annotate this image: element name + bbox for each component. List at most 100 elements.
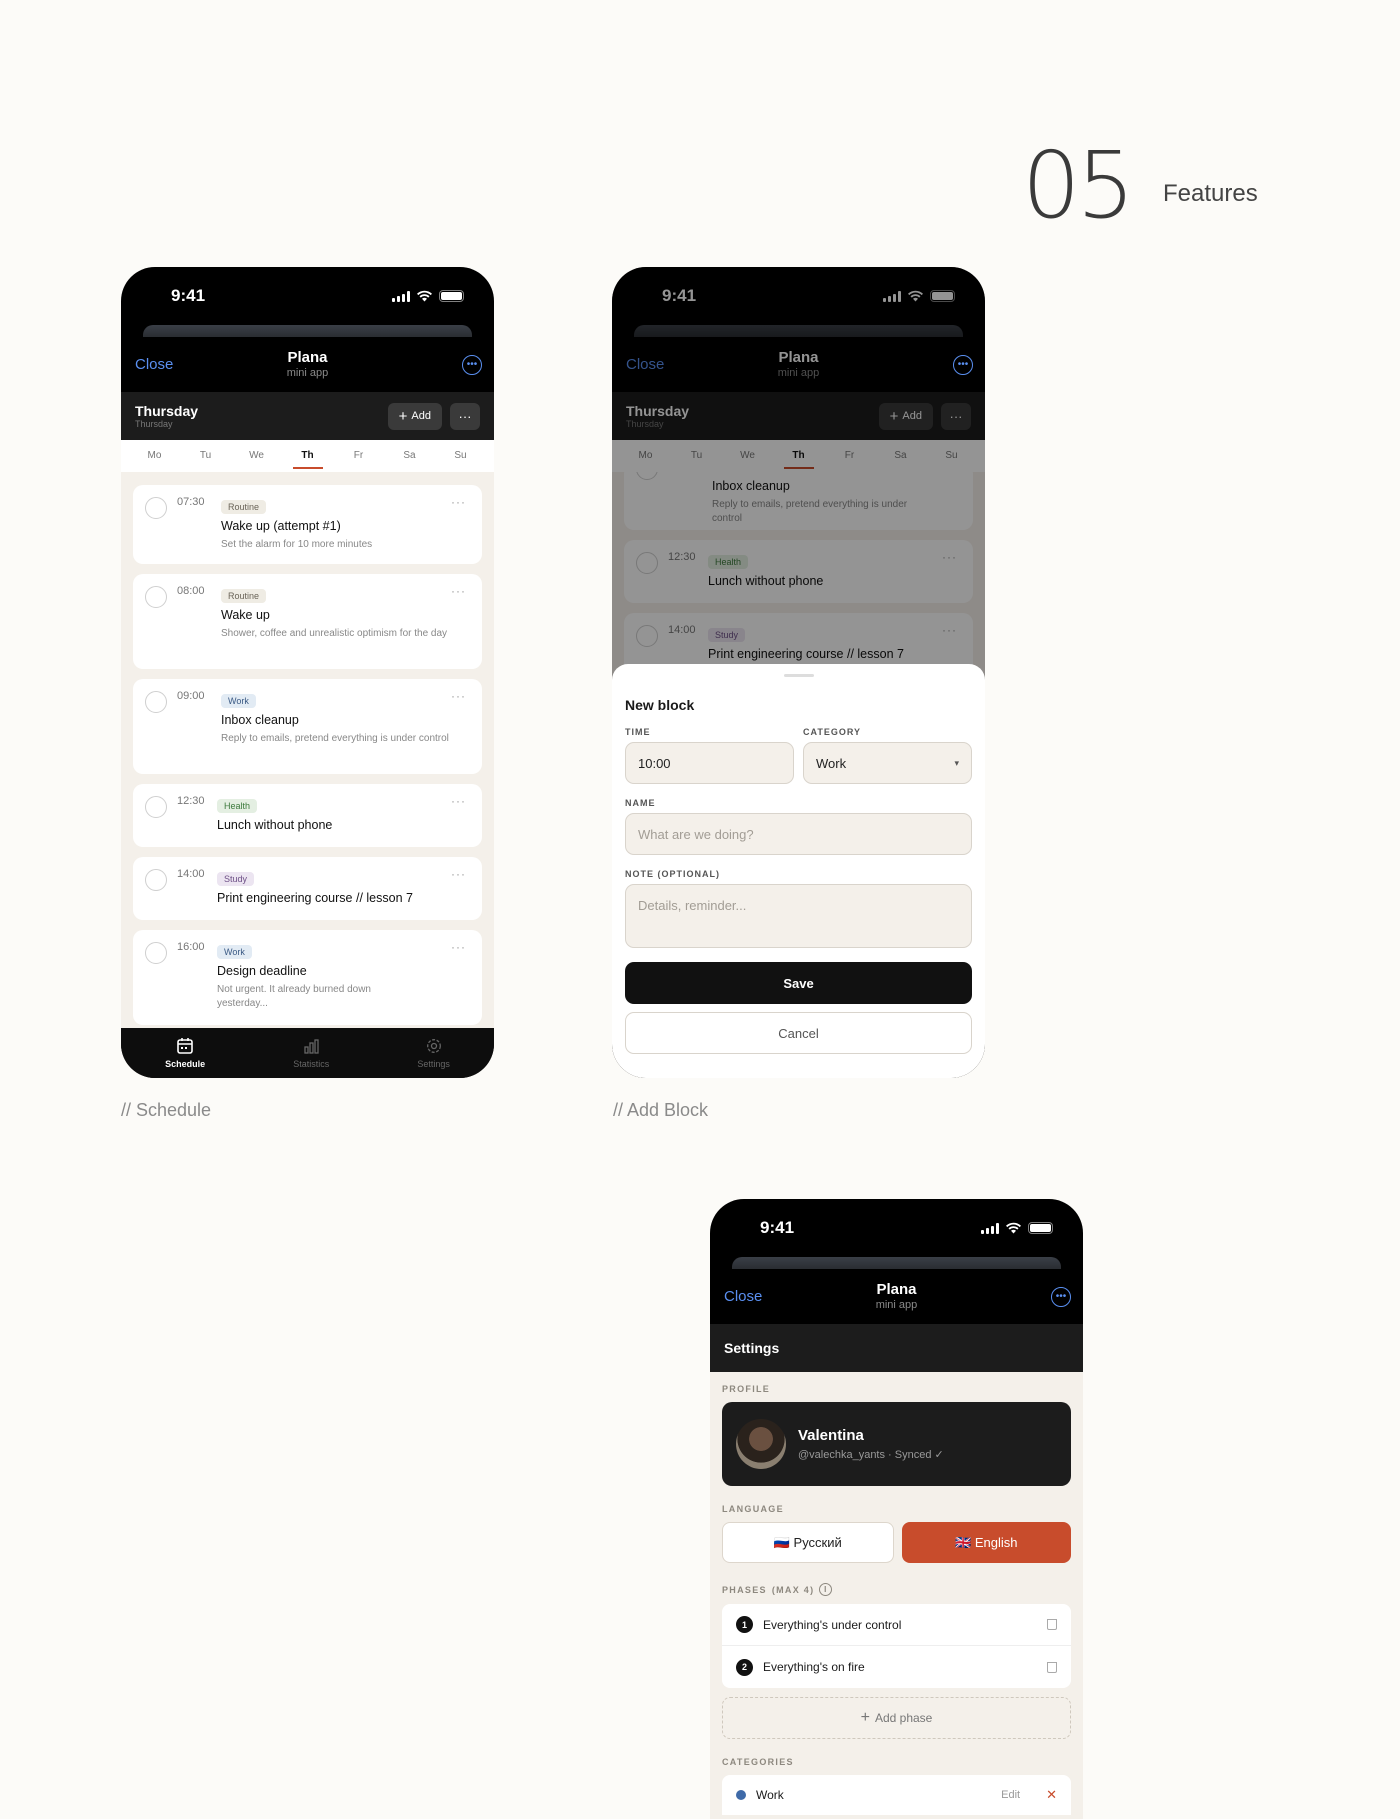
save-button[interactable]: Save	[625, 962, 972, 1004]
signal-icon	[392, 290, 410, 302]
tab-day-sa[interactable]: Sa	[395, 444, 425, 469]
phases-list: 1 Everything's under control 2 Everythin…	[722, 1604, 1071, 1688]
phases-section-label: PHASES (MAX 4) i	[722, 1583, 1071, 1596]
complete-checkbox[interactable]	[145, 869, 167, 891]
complete-checkbox[interactable]	[145, 691, 167, 713]
language-toggle: 🇷🇺 Русский 🇬🇧 English	[722, 1522, 1071, 1563]
tab-day-su[interactable]: Su	[446, 444, 476, 469]
phase-text: Everything's on fire	[763, 1660, 865, 1674]
language-section-label: LANGUAGE	[722, 1504, 784, 1514]
tab-label: Settings	[417, 1059, 450, 1069]
profile-card[interactable]: Valentina @valechka_yants · Synced ✓	[722, 1402, 1071, 1486]
tab-statistics[interactable]: Statistics	[293, 1037, 329, 1069]
list-item[interactable]: 2 Everything's on fire	[722, 1646, 1071, 1688]
caption-schedule: // Schedule	[121, 1100, 212, 1120]
language-russian-button[interactable]: 🇷🇺 Русский	[722, 1522, 894, 1563]
app-subtitle: mini app	[875, 1299, 918, 1311]
app-title: Plana	[287, 349, 328, 366]
more-icon[interactable]: •••	[953, 354, 973, 375]
card-more-icon[interactable]: ···	[451, 940, 466, 954]
category-tag: Routine	[221, 589, 267, 603]
schedule-card[interactable]: 09:00 ··· Work Inbox cleanup Reply to em…	[133, 679, 482, 774]
card-more-icon[interactable]: ···	[451, 794, 466, 808]
category-row[interactable]: Work Edit ✕	[722, 1775, 1071, 1815]
card-more-icon[interactable]: ···	[451, 689, 466, 703]
more-icon[interactable]: •••	[1051, 1286, 1071, 1307]
complete-checkbox[interactable]	[145, 586, 167, 608]
tab-schedule[interactable]: Schedule	[165, 1037, 205, 1069]
category-tag: Routine	[221, 500, 267, 514]
note-input[interactable]: Details, reminder...	[625, 884, 972, 948]
profile-section-label: PROFILE	[722, 1384, 771, 1394]
tab-day-fr[interactable]: Fr	[344, 444, 374, 469]
card-name: Lunch without phone	[217, 818, 333, 832]
card-time: 14:00	[177, 868, 205, 880]
card-more-icon[interactable]: ···	[451, 867, 466, 881]
time-field[interactable]: 10:00	[625, 742, 794, 784]
name-input[interactable]: What are we doing?	[625, 813, 972, 855]
card-name: Wake up (attempt #1)	[221, 519, 341, 533]
day-more-button[interactable]: ···	[450, 402, 480, 430]
add-button[interactable]: + Add	[387, 402, 442, 430]
edit-button[interactable]: Edit	[1001, 1789, 1020, 1801]
card-time: 09:00	[177, 690, 205, 702]
category-value: Work	[816, 755, 847, 771]
cancel-button[interactable]: Cancel	[625, 1012, 972, 1054]
status-bar: 9:41	[121, 267, 494, 325]
card-time: 16:00	[177, 941, 205, 953]
wifi-icon	[417, 290, 432, 302]
day-actions: + Add ···	[387, 402, 480, 430]
card-more-icon[interactable]: ···	[451, 495, 466, 509]
trash-icon[interactable]	[1047, 1619, 1057, 1630]
add-phase-label: Add phase	[874, 1711, 933, 1725]
avatar	[736, 1419, 786, 1469]
schedule-list: 07:30 ··· Routine Wake up (attempt #1) S…	[121, 472, 494, 1028]
time-label: TIME	[625, 727, 651, 737]
notch-strip	[143, 325, 472, 337]
card-time: 12:30	[177, 795, 205, 807]
status-icons	[981, 1222, 1053, 1234]
phone-add-block: 9:41 Close Plana mini app ••• Thursday T…	[612, 267, 985, 1078]
language-english-button[interactable]: 🇬🇧 English	[901, 1522, 1071, 1563]
schedule-card[interactable]: 14:00 ··· Study Print engineering course…	[133, 857, 482, 920]
complete-checkbox[interactable]	[145, 497, 167, 519]
card-name: Print engineering course // lesson 7	[217, 891, 413, 905]
name-label: NAME	[625, 798, 656, 808]
category-tag: Work	[221, 694, 256, 708]
tab-day-we[interactable]: We	[242, 444, 272, 469]
day-subtitle: Thursday	[135, 419, 173, 429]
phase-text: Everything's under control	[763, 1617, 902, 1632]
tab-day-tu[interactable]: Tu	[191, 444, 221, 469]
card-note: Reply to emails, pretend everything is u…	[221, 733, 449, 744]
category-color-dot	[736, 1790, 746, 1800]
tab-bar: Schedule Statistics Settings	[121, 1028, 494, 1078]
category-select[interactable]: Work ▾	[803, 742, 972, 784]
schedule-card[interactable]: 07:30 ··· Routine Wake up (attempt #1) S…	[133, 485, 482, 564]
note-label: NOTE (OPTIONAL)	[625, 869, 720, 879]
complete-checkbox[interactable]	[145, 796, 167, 818]
signal-icon	[981, 1222, 999, 1234]
battery-icon	[1028, 1222, 1053, 1234]
sheet-grabber[interactable]	[783, 674, 814, 677]
tab-day-th[interactable]: Th	[292, 444, 323, 469]
close-icon[interactable]: ✕	[1046, 1787, 1057, 1803]
card-more-icon[interactable]: ···	[451, 584, 466, 598]
phase-number: 2	[736, 1658, 753, 1676]
trash-icon[interactable]	[1047, 1661, 1057, 1673]
category-tag: Study	[217, 872, 255, 886]
more-icon[interactable]: •••	[462, 354, 482, 375]
schedule-card[interactable]: 08:00 ··· Routine Wake up Shower, coffee…	[133, 574, 482, 669]
status-time: 9:41	[760, 1218, 795, 1237]
section-label: Features	[1163, 180, 1258, 207]
list-item[interactable]: 1 Everything's under control	[722, 1604, 1071, 1646]
info-icon[interactable]: i	[819, 1583, 833, 1596]
complete-checkbox[interactable]	[145, 942, 167, 964]
add-label: Add	[411, 410, 431, 422]
section-number: 05	[1022, 132, 1135, 239]
tab-settings[interactable]: Settings	[417, 1037, 450, 1069]
schedule-card[interactable]: 16:00 ··· Work Design deadline Not urgen…	[133, 930, 482, 1025]
schedule-card[interactable]: 12:30 ··· Health Lunch without phone	[133, 784, 482, 847]
chevron-down-icon: ▾	[954, 757, 959, 768]
tab-day-mo[interactable]: Mo	[140, 444, 170, 469]
add-phase-button[interactable]: + Add phase	[722, 1697, 1071, 1739]
